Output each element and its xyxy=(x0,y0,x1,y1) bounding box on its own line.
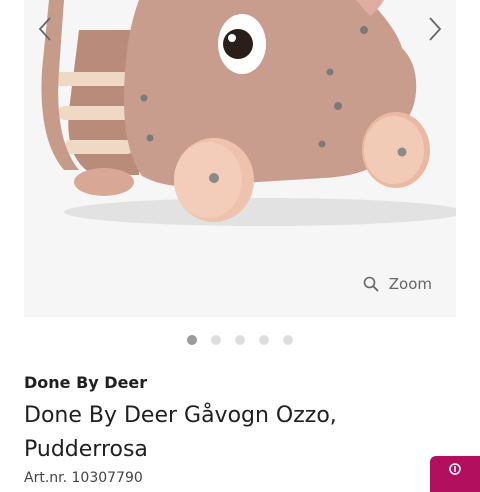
next-image-button[interactable] xyxy=(420,12,450,46)
chat-button[interactable] xyxy=(430,456,480,492)
previous-image-button[interactable] xyxy=(30,12,60,46)
product-image-gallery[interactable]: Zoom xyxy=(24,0,456,317)
pagination-dot-4[interactable] xyxy=(259,335,269,345)
product-brand[interactable]: Done By Deer xyxy=(24,373,147,392)
pagination-dot-5[interactable] xyxy=(283,335,293,345)
chat-icon xyxy=(449,463,461,475)
pagination-dot-2[interactable] xyxy=(211,335,221,345)
article-number: Art.nr. 10307790 xyxy=(24,470,143,486)
pagination-dot-1[interactable] xyxy=(187,335,197,345)
chevron-left-icon xyxy=(38,17,51,41)
zoom-button[interactable]: Zoom xyxy=(363,275,432,293)
product-image[interactable] xyxy=(24,0,456,317)
search-icon xyxy=(363,276,379,292)
chevron-right-icon xyxy=(429,17,442,41)
image-pagination xyxy=(0,335,480,345)
zoom-label: Zoom xyxy=(388,275,432,293)
pagination-dot-3[interactable] xyxy=(235,335,245,345)
product-title: Done By Deer Gåvogn Ozzo, Pudderrosa xyxy=(24,403,337,462)
